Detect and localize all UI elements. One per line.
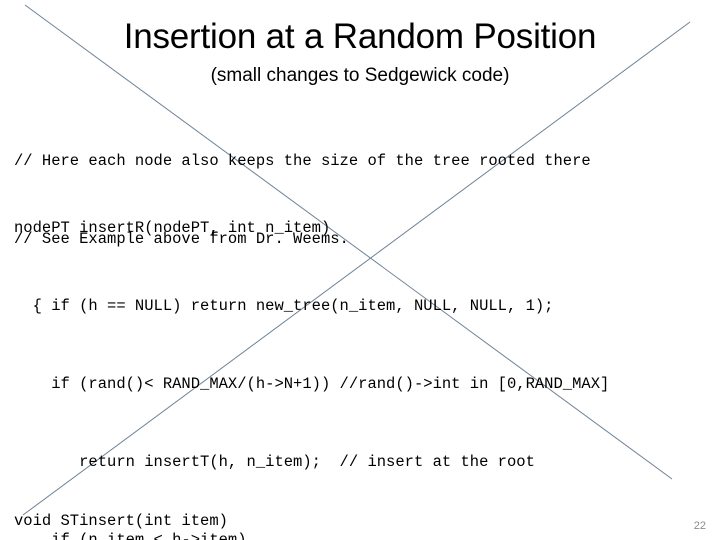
code-line: { if (h == NULL) return new_tree(n_item,… xyxy=(14,297,554,315)
code-stinsert-block: void STinsert(int item) { head = insertR… xyxy=(14,456,321,540)
code-line: nodePT insertR(nodePT, int n_item) xyxy=(14,219,331,237)
code-line: if (rand()< RAND_MAX/(h->N+1)) //rand()-… xyxy=(14,375,610,393)
code-line: void STinsert(int item) xyxy=(14,512,228,530)
slide-title: Insertion at a Random Position xyxy=(123,17,597,56)
slide-subtitle: (small changes to Sedgewick code) xyxy=(210,65,510,86)
slide-canvas: Insertion at a Random Position (small ch… xyxy=(0,0,720,540)
slide-content: Insertion at a Random Position (small ch… xyxy=(0,0,720,540)
page-number: 22 xyxy=(693,520,706,532)
